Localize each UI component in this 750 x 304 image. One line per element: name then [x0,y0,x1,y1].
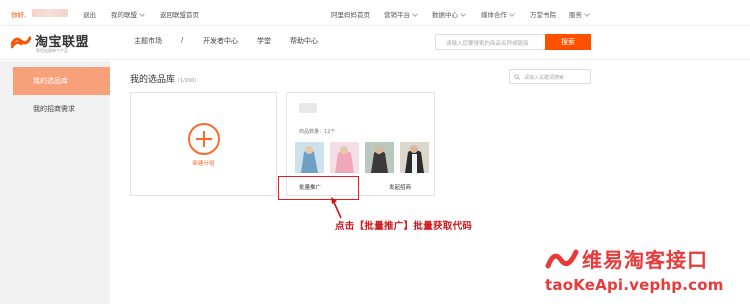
product-thumbnail [365,142,394,173]
group-name-blurred [299,103,317,113]
alimama-home-link[interactable]: 阿里妈妈首页 [331,9,370,19]
sidebar: 我的选品库 我的招商需求 [0,61,110,304]
group-item-count: 商品数量：12个 [299,129,336,135]
nav-help-center[interactable]: 帮助中心 [290,36,318,46]
product-thumbnail [295,142,324,173]
media-coop-menu[interactable]: 媒体合作 [481,9,515,19]
keyword-search-input[interactable]: 请输入关键词搜索 [509,69,591,84]
username-blurred [32,9,68,17]
nav-academy[interactable]: 学堂 [257,36,271,46]
marketing-platform-label: 营销平台 [384,11,410,19]
annotation-text: 点击【批量推广】批量获取代码 [335,221,473,232]
greeting: 你好, [11,11,27,19]
logo-mark-icon [11,36,31,49]
library-count: (1/200) [178,78,197,84]
page-title: 我的选品库 (1/200) [130,72,196,85]
product-thumbnail [330,142,359,173]
media-coop-label: 媒体合作 [481,11,507,19]
marketing-platform-menu[interactable]: 营销平台 [384,9,418,19]
logout-link[interactable]: 退出 [83,9,96,19]
back-home-link[interactable]: 返回联盟首页 [160,9,199,19]
nav-theme-market[interactable]: 主题市场 [134,36,162,46]
taobao-alliance-logo[interactable]: 淘宝联盟 帮您连接每个产品 [11,30,91,56]
product-thumbnail [400,142,429,173]
keyword-search-placeholder: 请输入关键词搜索 [524,75,565,81]
my-alliance-label: 我的联盟 [111,11,137,19]
service-label: 服务 [569,11,582,19]
new-group-card[interactable]: 新建分组 [130,92,277,196]
search-icon [514,74,520,80]
vephp-logo-icon [545,249,579,269]
search-input[interactable]: 请输入您要搜索的商品名称或链接 [435,34,545,50]
publish-invite-button[interactable]: 发起招商 [389,183,411,191]
service-menu[interactable]: 服务 [569,9,590,19]
nav-separator: / [181,36,184,44]
wanjia-academy-link[interactable]: 万堂书院 [530,9,556,19]
chevron-down-icon [584,11,590,17]
chevron-down-icon [412,11,418,17]
sidebar-item-selection-library[interactable]: 我的选品库 [13,67,110,95]
sidebar-item-merchant-demand[interactable]: 我的招商需求 [13,95,110,123]
chevron-down-icon [509,11,515,17]
data-center-menu[interactable]: 数据中心 [432,9,466,19]
top-bar: 你好, 退出 我的联盟 返回联盟首页 阿里妈妈首页 营销平台 数据中心 媒体合作… [0,0,750,26]
page-title-text: 我的选品库 [130,75,176,85]
logo-subtitle: 帮您连接每个产品 [36,48,68,53]
my-alliance-menu[interactable]: 我的联盟 [111,9,145,19]
search-button[interactable]: 搜索 [545,34,591,50]
plus-icon [188,123,220,155]
main-header: 淘宝联盟 帮您连接每个产品 主题市场 / 开发者中心 学堂 帮助中心 请输入您要… [0,26,750,60]
watermark-title: 维易淘客接口 [582,248,708,272]
watermark-url: taoKeApi.vephp.com [545,276,724,294]
nav-developer-center[interactable]: 开发者中心 [203,36,238,46]
data-center-label: 数据中心 [432,11,458,19]
chevron-down-icon [460,11,466,17]
chevron-down-icon [139,11,145,17]
new-group-label: 新建分组 [192,161,215,167]
